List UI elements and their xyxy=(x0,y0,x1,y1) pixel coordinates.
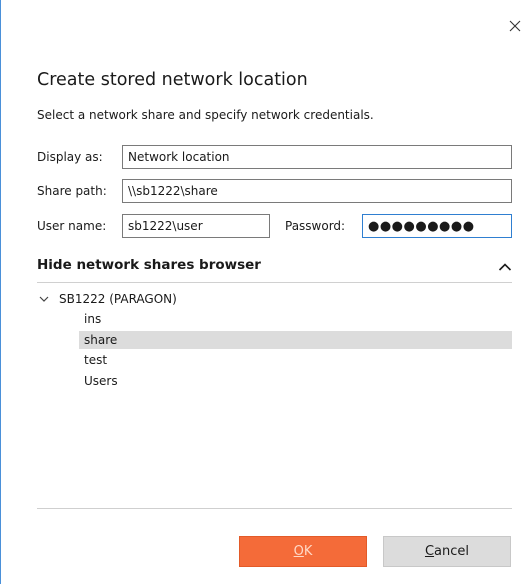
user-name-label: User name: xyxy=(37,219,107,233)
tree-item-users[interactable]: Users xyxy=(79,372,512,390)
dialog-subtitle: Select a network share and specify netwo… xyxy=(37,108,374,122)
collapse-browser-button[interactable] xyxy=(495,258,515,276)
cancel-mnemonic: C xyxy=(424,544,435,559)
password-field[interactable]: ●●●●●●●●● xyxy=(362,214,512,238)
toggle-shares-browser[interactable]: Hide network shares browser xyxy=(37,257,261,273)
browser-top-divider xyxy=(37,282,512,283)
share-path-field[interactable]: \\sb1222\share xyxy=(122,179,512,203)
tree-root-node[interactable]: SB1222 (PARAGON) xyxy=(39,290,177,308)
tree-item-test[interactable]: test xyxy=(79,351,512,369)
ok-mnemonic: O xyxy=(293,544,304,559)
ok-button[interactable]: OK xyxy=(239,536,367,567)
close-button[interactable] xyxy=(505,16,525,36)
password-value: ●●●●●●●●● xyxy=(368,219,475,234)
tree-root-label: SB1222 (PARAGON) xyxy=(59,292,177,306)
user-name-field[interactable]: sb1222\user xyxy=(122,214,270,238)
cancel-button[interactable]: Cancel xyxy=(383,536,511,567)
cancel-label-rest: ancel xyxy=(434,544,470,559)
chevron-down-icon[interactable] xyxy=(39,295,53,303)
ok-label-rest: K xyxy=(303,544,313,559)
close-icon xyxy=(509,20,521,32)
dialog-title: Create stored network location xyxy=(37,70,308,90)
chevron-up-icon xyxy=(498,263,512,271)
create-network-location-dialog: Create stored network location Select a … xyxy=(0,0,529,584)
footer-divider xyxy=(37,508,512,509)
share-path-label: Share path: xyxy=(37,184,107,198)
password-label: Password: xyxy=(285,219,346,233)
tree-item-ins[interactable]: ins xyxy=(79,310,512,328)
display-as-field[interactable]: Network location xyxy=(122,145,512,169)
tree-item-share[interactable]: share xyxy=(79,331,512,349)
display-as-label: Display as: xyxy=(37,150,103,164)
